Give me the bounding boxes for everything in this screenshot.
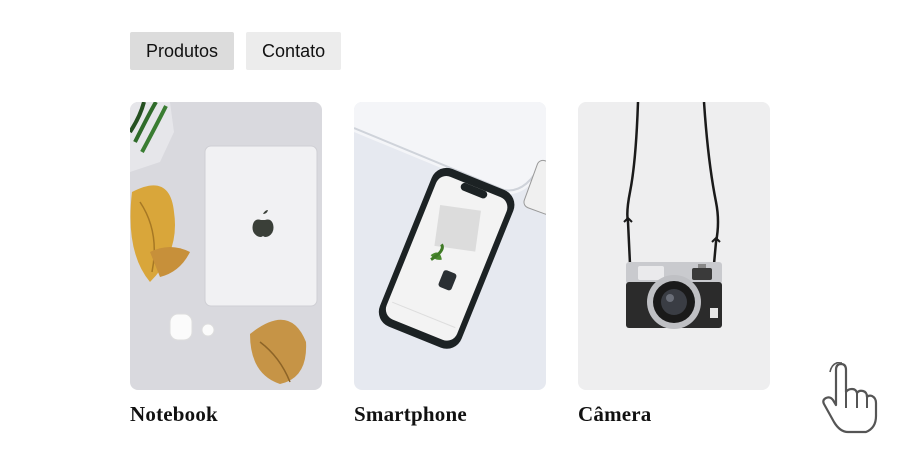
nav-contato-button[interactable]: Contato — [246, 32, 342, 70]
smartphone-photo[interactable] — [354, 102, 546, 390]
top-nav: Produtos Contato — [130, 32, 342, 70]
product-card-notebook[interactable]: Notebook — [130, 102, 322, 427]
nav-produtos-button[interactable]: Produtos — [130, 32, 235, 70]
product-grid: Notebook Smartphone Câmera — [130, 102, 770, 427]
product-title[interactable]: Smartphone — [354, 402, 546, 427]
camera-photo[interactable] — [578, 102, 770, 390]
product-title[interactable]: Câmera — [578, 402, 770, 427]
hand-pointer-icon — [818, 361, 878, 434]
product-title[interactable]: Notebook — [130, 402, 322, 427]
laptop-photo[interactable] — [130, 102, 322, 390]
product-card-camera[interactable]: Câmera — [578, 102, 770, 427]
product-card-smartphone[interactable]: Smartphone — [354, 102, 546, 427]
